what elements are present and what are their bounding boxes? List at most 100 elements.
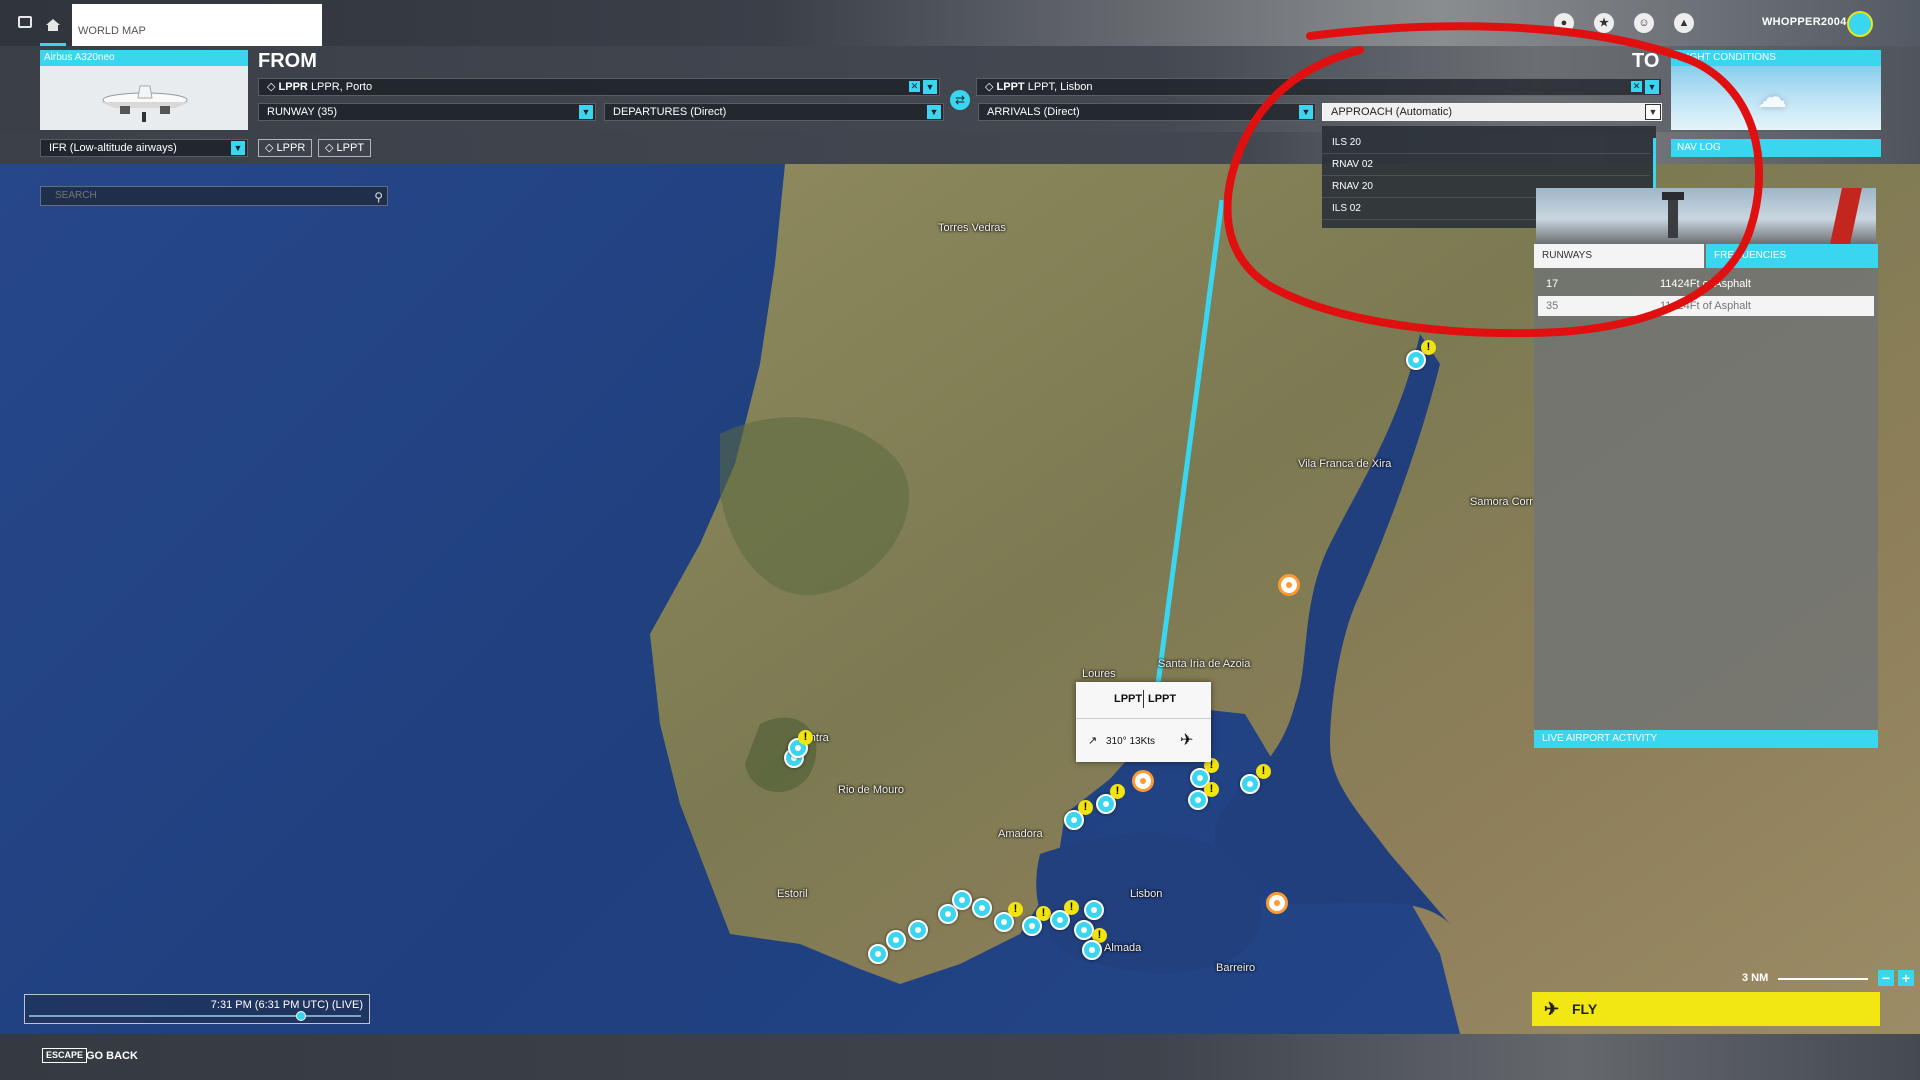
map-label: Lisbon <box>1130 888 1163 900</box>
chevron-down-icon[interactable]: ▼ <box>923 80 937 94</box>
avatar[interactable] <box>1847 11 1873 37</box>
runway-select[interactable]: RUNWAY (35) ▼ <box>258 103 596 121</box>
chevron-down-icon[interactable]: ▼ <box>1645 80 1659 94</box>
runway-desc: 11424Ft of Asphalt <box>1660 300 1751 312</box>
airport-icon: ◇ <box>985 81 994 93</box>
live-airport-activity-button[interactable]: LIVE AIRPORT ACTIVITY <box>1534 730 1878 748</box>
airport-pin[interactable] <box>1240 774 1260 794</box>
map-scale-label: 3 NM <box>1742 972 1769 984</box>
fly-label: FLY <box>1572 1001 1598 1017</box>
chevron-down-icon[interactable]: ▼ <box>579 105 593 119</box>
runway-row[interactable]: 17 11424Ft of Asphalt <box>1538 274 1874 294</box>
to-airport-name: LPPT, Lisbon <box>1027 81 1093 93</box>
map-label: Amadora <box>998 828 1043 840</box>
tab-world-map[interactable]: WORLD MAP <box>72 4 322 46</box>
go-back-button[interactable]: GO BACK <box>86 1050 138 1062</box>
time-text: 7:31 PM (6:31 PM UTC) (LIVE) <box>210 999 363 1011</box>
time-slider-track[interactable] <box>29 1015 361 1017</box>
aircraft-tail <box>1830 188 1862 244</box>
clear-icon[interactable]: ✕ <box>909 81 920 92</box>
airport-pin[interactable] <box>1082 940 1102 960</box>
runway-desc: 11424Ft of Asphalt <box>1660 278 1751 290</box>
arrival-value: ARRIVALS (Direct) <box>987 106 1080 118</box>
airport-popup[interactable]: LPPT LPPT ↗ 310° 13Kts ✈ <box>1076 682 1211 762</box>
approach-select[interactable]: APPROACH (Automatic) ▼ <box>1322 103 1662 121</box>
departure-select[interactable]: DEPARTURES (Direct) ▼ <box>604 103 944 121</box>
flight-conditions-title: FLIGHT CONDITIONS <box>1671 50 1881 66</box>
swap-airports-button[interactable]: ⇄ <box>950 90 970 110</box>
search-input[interactable] <box>53 189 357 202</box>
tab-runways[interactable]: RUNWAYS <box>1534 244 1704 268</box>
tower-cab <box>1662 192 1684 200</box>
achievements-icon[interactable]: ★ <box>1594 13 1614 33</box>
airport-pin[interactable] <box>952 890 972 910</box>
time-slider-thumb[interactable] <box>296 1011 307 1021</box>
warning-icon: ! <box>1036 906 1051 921</box>
from-airport-field[interactable]: ◇ LPPR LPPR, Porto ✕ ▼ <box>258 78 940 96</box>
chip-label: LPPR <box>276 142 306 154</box>
flight-type-value: IFR (Low-altitude airways) <box>49 142 177 154</box>
approach-option[interactable]: ILS 20 <box>1322 132 1650 154</box>
landing-icon[interactable]: ✈ <box>1180 730 1193 750</box>
approach-option[interactable]: RNAV 02 <box>1322 154 1650 176</box>
airport-photo <box>1536 188 1876 244</box>
runway-row-selected[interactable]: 35 11424Ft of Asphalt <box>1538 296 1874 316</box>
tab-label: WORLD MAP <box>78 25 146 37</box>
home-button[interactable] <box>40 14 66 46</box>
weather-icon: ☁ <box>1757 81 1787 114</box>
search-box[interactable]: ⚲ <box>40 186 388 206</box>
airport-pin[interactable] <box>908 920 928 940</box>
flight-conditions-card[interactable]: FLIGHT CONDITIONS ☁ <box>1671 50 1881 130</box>
large-airport-marker-lppt[interactable] <box>1132 770 1154 792</box>
control-tower <box>1668 194 1678 238</box>
popup-code-left: LPPT <box>1114 693 1143 705</box>
username[interactable]: WHOPPER2004 <box>1762 16 1847 28</box>
popup-code-right: LPPT <box>1148 693 1177 705</box>
search-icon[interactable]: ⚲ <box>374 188 383 206</box>
zoom-out-button[interactable]: − <box>1878 970 1894 986</box>
map-label: Torres Vedras <box>938 222 1006 234</box>
to-airport-field[interactable]: ◇ LPPT LPPT, Lisbon ✕ ▼ <box>976 78 1662 96</box>
map-label: Samora Corr <box>1470 496 1533 508</box>
route-chip-arrival[interactable]: ◇ LPPT <box>318 139 372 157</box>
to-heading: TO <box>1632 50 1660 72</box>
airport-pin[interactable] <box>1084 900 1104 920</box>
chevron-down-icon[interactable]: ▼ <box>231 141 245 155</box>
clear-icon[interactable]: ✕ <box>1631 81 1642 92</box>
warning-icon: ! <box>1078 800 1093 815</box>
large-airport-marker[interactable] <box>1278 574 1300 596</box>
route-chip-departure[interactable]: ◇ LPPR <box>258 139 313 157</box>
airport-pin[interactable] <box>886 930 906 950</box>
escape-key-hint: ESCAPE <box>42 1048 88 1063</box>
nav-log-button[interactable]: NAV LOG <box>1671 139 1881 157</box>
flight-type-select[interactable]: IFR (Low-altitude airways) ▼ <box>40 139 248 157</box>
runway-value: RUNWAY (35) <box>267 106 338 118</box>
airport-pin[interactable] <box>868 944 888 964</box>
arrival-select[interactable]: ARRIVALS (Direct) ▼ <box>978 103 1316 121</box>
tab-frequencies[interactable]: FREQUENCIES <box>1706 244 1878 268</box>
airport-icon: ◇ <box>265 142 274 154</box>
large-airport-marker[interactable] <box>1266 892 1288 914</box>
airport-pin[interactable] <box>972 898 992 918</box>
to-airport-code: LPPT <box>996 81 1025 93</box>
notifications-icon[interactable]: ▲ <box>1674 13 1694 33</box>
chevron-down-icon[interactable]: ▼ <box>1645 104 1661 120</box>
home-icon <box>46 19 60 31</box>
airport-icon: ◇ <box>267 81 276 93</box>
map-label: Estoril <box>777 888 808 900</box>
fly-button[interactable]: ✈ FLY <box>1532 992 1880 1026</box>
airport-pin[interactable] <box>1074 920 1094 940</box>
chevron-down-icon[interactable]: ▼ <box>1299 105 1313 119</box>
marketplace-icon[interactable]: ● <box>1554 13 1574 33</box>
menu-icon[interactable] <box>18 16 32 28</box>
bottom-bar <box>0 1034 1920 1080</box>
map-label: Loures <box>1082 668 1116 680</box>
time-of-day-control[interactable]: 7:31 PM (6:31 PM UTC) (LIVE) <box>24 994 370 1024</box>
warning-icon: ! <box>798 730 813 745</box>
profile-icon[interactable]: ☺ <box>1634 13 1654 33</box>
zoom-in-button[interactable]: + <box>1898 970 1914 986</box>
chevron-down-icon[interactable]: ▼ <box>927 105 941 119</box>
aircraft-selector[interactable]: Airbus A320neo <box>40 50 248 130</box>
departure-value: DEPARTURES (Direct) <box>613 106 727 118</box>
runway-id: 35 <box>1546 300 1559 312</box>
